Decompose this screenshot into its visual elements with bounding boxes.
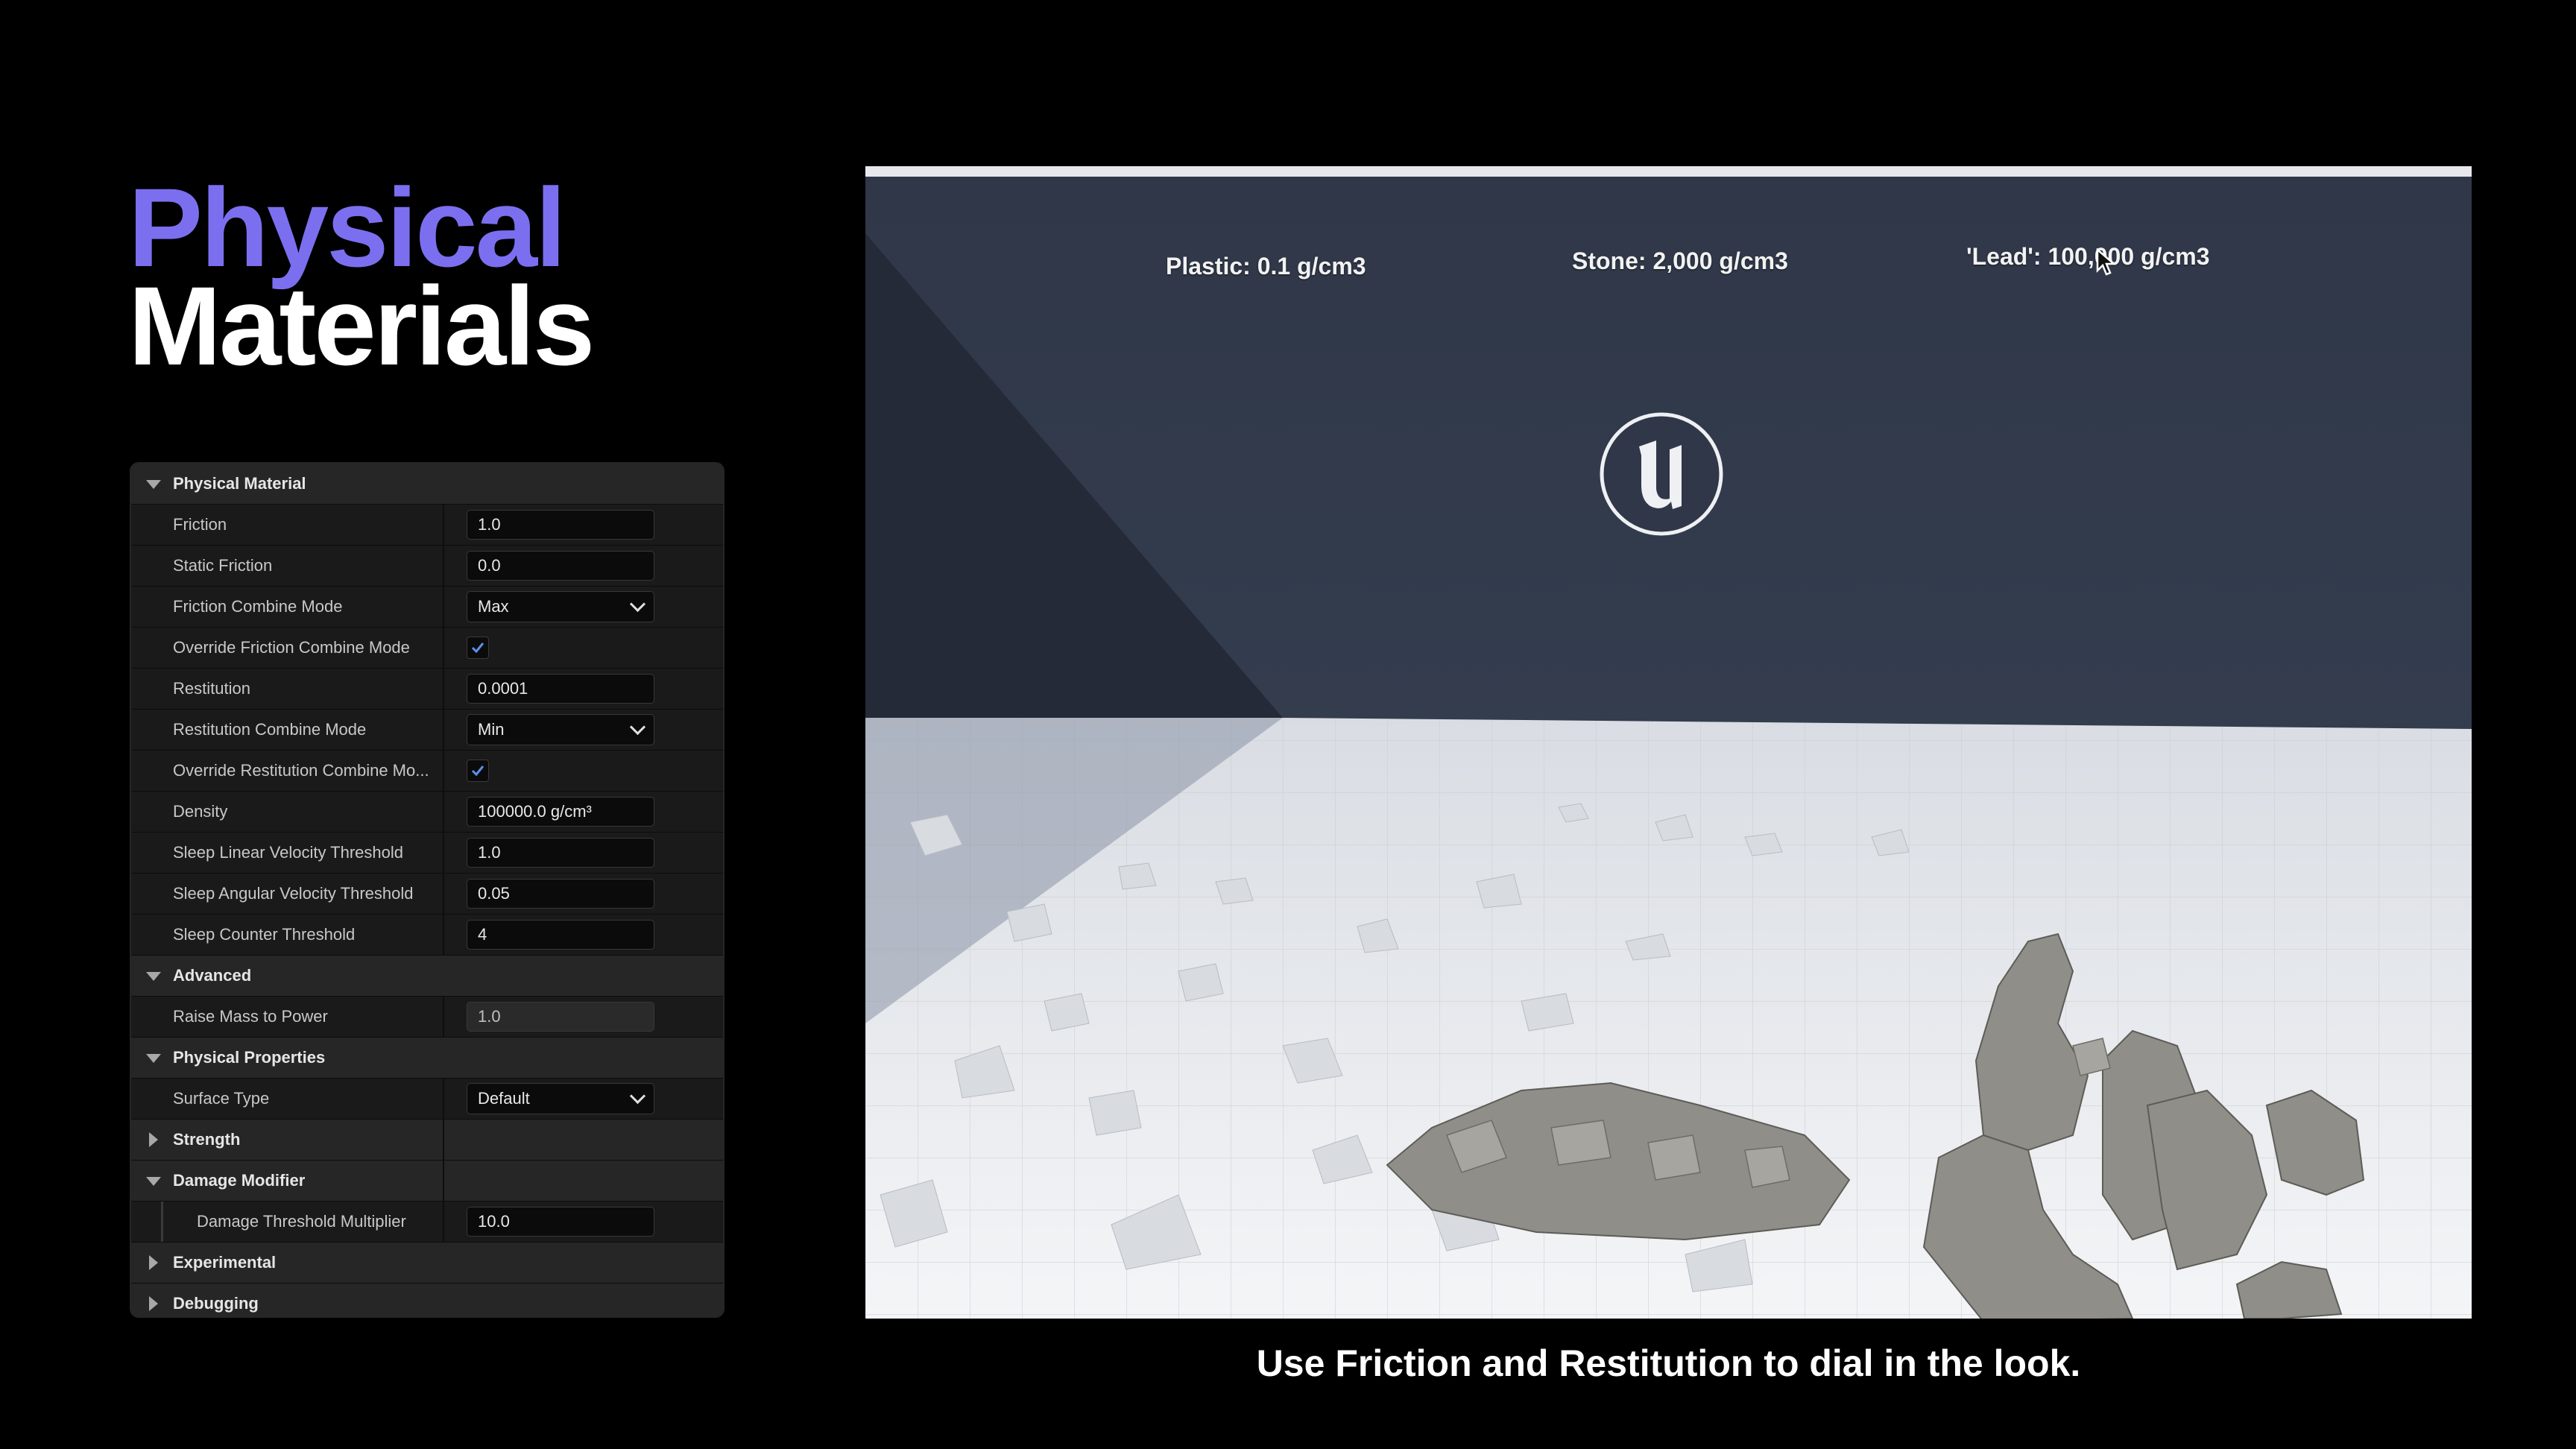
property-row-restitution-combine-mode: Restitution Combine Mode Min	[131, 710, 723, 751]
property-row-surface-type: Surface Type Default	[131, 1079, 723, 1120]
scene-background	[865, 166, 2472, 1319]
override-restitution-combine-mo-checkbox[interactable]	[467, 760, 489, 782]
property-value-cell: 1.0	[444, 510, 654, 540]
expand-arrow-down-icon[interactable]	[146, 480, 161, 489]
property-value-cell: 0.0001	[444, 674, 654, 704]
property-value-cell	[444, 637, 489, 659]
friction-combine-mode-dropdown[interactable]: Max	[467, 591, 654, 622]
sleep-counter-threshold-input[interactable]: 4	[467, 920, 654, 950]
section-physical-properties[interactable]: Physical Properties	[131, 1038, 723, 1079]
property-label: Damage Threshold Multiplier	[131, 1202, 444, 1242]
property-value-cell: Max	[444, 591, 654, 622]
section-debugging[interactable]: Debugging	[131, 1284, 723, 1316]
title-line-2: Materials	[128, 263, 595, 388]
property-label: Override Friction Combine Mode	[131, 628, 444, 668]
property-label: Advanced	[173, 966, 252, 985]
chevron-down-icon	[629, 719, 646, 735]
section-damage-modifier[interactable]: Damage Modifier	[131, 1161, 723, 1202]
property-value-cell: 4	[444, 920, 654, 950]
property-row-override-restitution-combine-mo: Override Restitution Combine Mo...	[131, 751, 723, 792]
property-label: Damage Modifier	[131, 1161, 444, 1201]
property-value-cell: 0.05	[444, 879, 654, 909]
property-row-override-friction-combine-mode: Override Friction Combine Mode	[131, 628, 723, 669]
property-label: Density	[131, 792, 444, 832]
property-row-friction: Friction 1.0	[131, 505, 723, 546]
lead-density-label: 'Lead': 100,000 g/cm3	[1966, 243, 2210, 270]
friction-input[interactable]: 1.0	[467, 510, 654, 540]
property-row-raise-mass-to-power: Raise Mass to Power 1.0	[131, 997, 723, 1038]
restitution-input[interactable]: 0.0001	[467, 674, 654, 704]
section-experimental[interactable]: Experimental	[131, 1243, 723, 1284]
expand-arrow-right-icon[interactable]	[149, 1296, 158, 1311]
property-value-cell: Default	[444, 1083, 654, 1114]
property-label: Sleep Counter Threshold	[131, 915, 444, 955]
section-advanced[interactable]: Advanced	[131, 956, 723, 997]
property-label: Debugging	[173, 1294, 259, 1313]
property-label: Sleep Linear Velocity Threshold	[131, 833, 444, 873]
section-physical-material[interactable]: Physical Material	[131, 464, 723, 505]
property-value-cell: 1.0	[444, 838, 654, 868]
stone-density-label: Stone: 2,000 g/cm3	[1572, 247, 1788, 274]
chevron-down-icon	[629, 596, 646, 612]
static-friction-input[interactable]: 0.0	[467, 551, 654, 581]
raise-mass-to-power-input[interactable]: 1.0	[467, 1002, 654, 1032]
mouse-cursor-icon	[2096, 248, 2117, 276]
plastic-density-label: Plastic: 0.1 g/cm3	[1166, 253, 1366, 280]
property-row-sleep-counter-threshold: Sleep Counter Threshold 4	[131, 915, 723, 956]
dropdown-value: Max	[478, 597, 509, 616]
unreal-engine-logo-icon	[1600, 412, 1723, 536]
details-panel: Physical Material Friction 1.0 Static Frict…	[130, 462, 724, 1318]
property-value-cell: 0.0	[444, 551, 654, 581]
slide-caption: Use Friction and Restitution to dial in …	[1256, 1342, 2081, 1384]
damage-threshold-multiplier-input[interactable]: 10.0	[467, 1207, 654, 1237]
chevron-down-icon	[629, 1087, 646, 1104]
property-label: Friction Combine Mode	[131, 587, 444, 627]
property-row-sleep-angular-velocity-threshold: Sleep Angular Velocity Threshold 0.05	[131, 874, 723, 915]
property-row-sleep-linear-velocity-threshold: Sleep Linear Velocity Threshold 1.0	[131, 833, 723, 874]
property-value-cell	[444, 760, 489, 782]
dropdown-value: Min	[478, 720, 505, 739]
slide-title: Physical Materials	[128, 171, 595, 388]
property-value-cell: 100000.0 g/cm³	[444, 797, 654, 827]
property-label: Raise Mass to Power	[131, 997, 444, 1037]
property-label: Override Restitution Combine Mo...	[131, 751, 444, 791]
expand-arrow-right-icon[interactable]	[149, 1255, 158, 1270]
property-label: Sleep Angular Velocity Threshold	[131, 874, 444, 914]
property-label: Experimental	[173, 1253, 277, 1272]
checkmark-icon	[471, 643, 484, 654]
property-value-cell: 1.0	[444, 1002, 654, 1032]
property-row-friction-combine-mode: Friction Combine Mode Max	[131, 587, 723, 628]
property-label: Static Friction	[131, 546, 444, 586]
property-row-damage-threshold-multiplier: Damage Threshold Multiplier 10.0	[131, 1202, 723, 1243]
property-label: Strength	[131, 1120, 444, 1160]
sleep-angular-velocity-threshold-input[interactable]: 0.05	[467, 879, 654, 909]
game-viewport[interactable]: Plastic: 0.1 g/cm3 Stone: 2,000 g/cm3 'L…	[865, 166, 2472, 1319]
property-label: Surface Type	[131, 1079, 444, 1119]
expand-arrow-down-icon[interactable]	[146, 1054, 161, 1063]
indent-guide	[161, 1202, 163, 1242]
property-label: Restitution	[131, 669, 444, 709]
override-friction-combine-mode-checkbox[interactable]	[467, 637, 489, 659]
property-label: Friction	[131, 505, 444, 545]
property-label: Restitution Combine Mode	[131, 710, 444, 750]
sleep-linear-velocity-threshold-input[interactable]: 1.0	[467, 838, 654, 868]
expand-arrow-down-icon[interactable]	[146, 972, 161, 981]
density-input[interactable]: 100000.0 g/cm³	[467, 797, 654, 827]
property-row-restitution: Restitution 0.0001	[131, 669, 723, 710]
property-row-density: Density 100000.0 g/cm³	[131, 792, 723, 833]
property-row-static-friction: Static Friction 0.0	[131, 546, 723, 587]
section-strength[interactable]: Strength	[131, 1120, 723, 1161]
expand-arrow-down-icon[interactable]	[146, 1177, 161, 1186]
restitution-combine-mode-dropdown[interactable]: Min	[467, 714, 654, 745]
property-value-cell: Min	[444, 714, 654, 745]
expand-arrow-right-icon[interactable]	[149, 1132, 158, 1147]
property-value-cell: 10.0	[444, 1207, 654, 1237]
checkmark-icon	[471, 765, 484, 777]
property-label: Physical Properties	[173, 1048, 326, 1067]
property-label: Physical Material	[173, 474, 306, 493]
surface-type-dropdown[interactable]: Default	[467, 1083, 654, 1114]
dropdown-value: Default	[478, 1089, 530, 1108]
